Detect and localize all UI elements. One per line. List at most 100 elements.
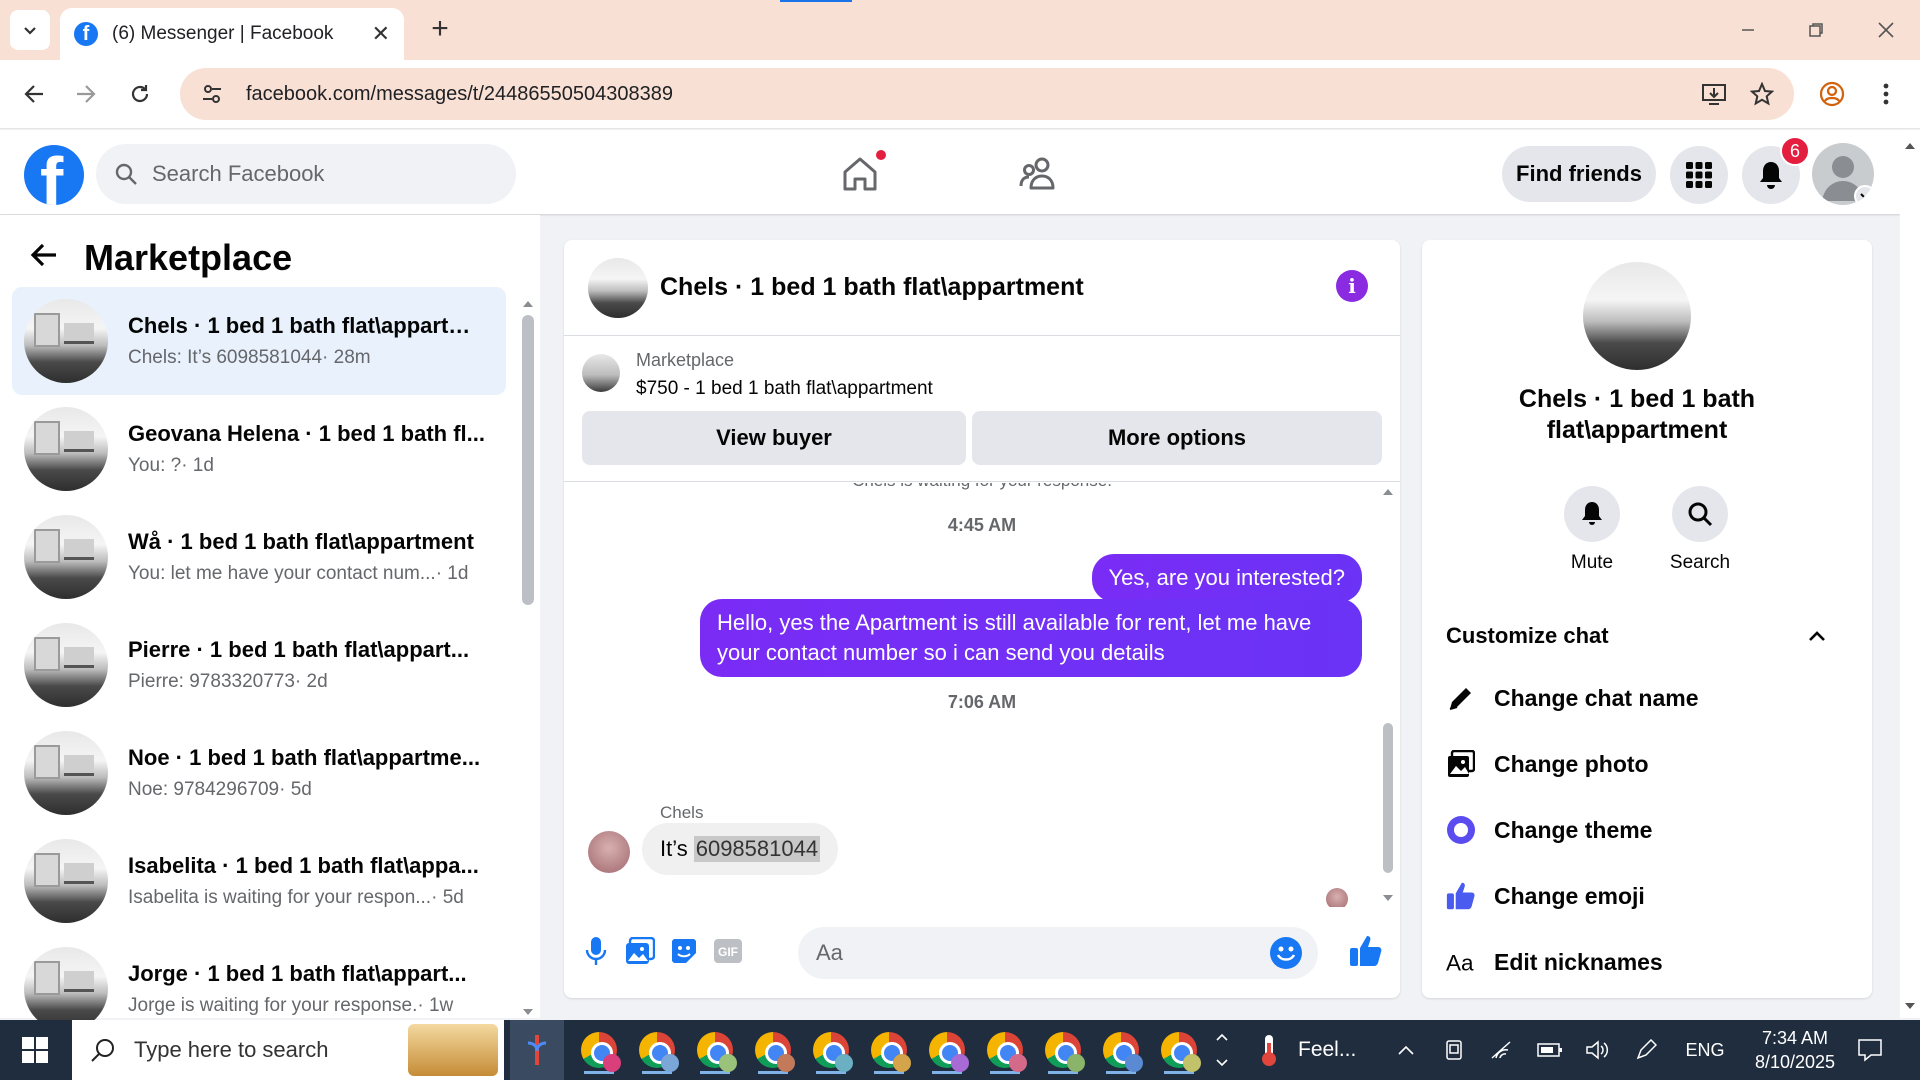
scrollbar-thumb[interactable] [1383, 723, 1393, 873]
site-info-button[interactable] [192, 74, 232, 114]
forward-button[interactable] [66, 74, 106, 114]
conversation-item[interactable]: Pierre · 1 bed 1 bath flat\appart... Pier… [12, 611, 506, 719]
start-button[interactable] [0, 1020, 70, 1080]
search-action[interactable]: Search [1658, 486, 1742, 574]
taskbar-search-box[interactable]: Type here to search [72, 1020, 504, 1080]
windows-taskbar: Type here to search Feel... ENG 7:34 AM … [0, 1020, 1920, 1080]
facebook-search-input[interactable]: Search Facebook [96, 144, 516, 204]
change-chat-name-option[interactable]: Change chat name [1446, 673, 1826, 723]
taskbar-chrome-window[interactable] [1154, 1026, 1204, 1074]
friends-nav-button[interactable] [1010, 146, 1066, 202]
send-like-button[interactable] [1346, 931, 1386, 971]
taskbar-scroll-buttons[interactable] [1208, 1022, 1236, 1078]
conversation-item[interactable]: Wå · 1 bed 1 bath flat\appartment You: le… [12, 503, 506, 611]
account-avatar-button[interactable] [1812, 143, 1874, 205]
facebook-logo[interactable]: f [24, 145, 84, 205]
tab-close-button[interactable]: ✕ [372, 21, 390, 47]
back-button[interactable] [14, 74, 54, 114]
page-scrollbar[interactable] [1900, 130, 1920, 1018]
volume-button[interactable] [1582, 1034, 1614, 1066]
show-hidden-icons-button[interactable] [1390, 1034, 1422, 1066]
chat-avatar[interactable] [588, 257, 648, 318]
message-scrollbar[interactable] [1380, 483, 1396, 907]
highlighted-phone-number[interactable]: 6098581044 [693, 836, 821, 862]
chevron-down-icon [1860, 193, 1870, 200]
taskbar-app-pinned[interactable] [510, 1020, 564, 1080]
outgoing-message[interactable]: Hello, yes the Apartment is still availa… [700, 599, 1362, 677]
search-highlight-image [408, 1024, 498, 1076]
profile-badge-icon [1067, 1054, 1085, 1072]
menu-grid-button[interactable] [1670, 146, 1728, 204]
mute-action[interactable]: Mute [1550, 486, 1634, 574]
search-icon [1688, 502, 1713, 527]
conversation-item[interactable]: Geovana Helena · 1 bed 1 bath fl... You: … [12, 395, 506, 503]
message-input[interactable]: Aa [798, 927, 1318, 979]
network-button[interactable] [1486, 1034, 1518, 1066]
taskbar-chrome-window[interactable] [690, 1026, 740, 1074]
marketplace-back-button[interactable] [24, 235, 64, 275]
sender-avatar[interactable] [588, 831, 630, 873]
photo-icon [1448, 750, 1475, 777]
bookmark-button[interactable] [1742, 74, 1782, 114]
action-center-button[interactable] [1852, 1032, 1888, 1068]
browser-menu-button[interactable] [1866, 74, 1906, 114]
customize-chat-section-toggle[interactable]: Customize chat [1446, 616, 1826, 656]
conversation-item[interactable]: Chels · 1 bed 1 bath flat\appartm... Chel… [12, 287, 506, 395]
change-photo-option[interactable]: Change photo [1446, 739, 1826, 789]
taskbar-chrome-window[interactable] [632, 1026, 682, 1074]
taskbar-chrome-window[interactable] [922, 1026, 972, 1074]
tab-list-button[interactable] [10, 10, 50, 50]
battery-button[interactable] [1534, 1034, 1566, 1066]
chrome-icon [987, 1032, 1027, 1072]
conversation-item[interactable]: Isabelita · 1 bed 1 bath flat\appa... Isa… [12, 827, 506, 935]
incoming-message[interactable]: It’s 6098581044 [642, 823, 839, 875]
emoji-picker-button[interactable] [1270, 937, 1302, 969]
search-placeholder: Search Facebook [152, 161, 325, 186]
chat-title[interactable]: Chels · 1 bed 1 bath flat\appartment [660, 273, 1084, 302]
gif-button[interactable]: GIF [708, 931, 748, 971]
edit-nicknames-option[interactable]: Aa Edit nicknames [1446, 937, 1826, 987]
browser-profile-button[interactable] [1812, 74, 1852, 114]
taskbar-chrome-window[interactable] [1038, 1026, 1088, 1074]
more-options-button[interactable]: More options [972, 411, 1382, 465]
taskbar-chrome-window[interactable] [980, 1026, 1030, 1074]
home-nav-button[interactable] [832, 146, 888, 202]
taskbar-chrome-window[interactable] [806, 1026, 856, 1074]
attach-photo-button[interactable] [620, 931, 660, 971]
search-in-conversation-button[interactable] [1672, 486, 1728, 542]
install-app-button[interactable] [1694, 74, 1734, 114]
chrome-icon [755, 1032, 795, 1072]
restore-button[interactable] [1796, 10, 1836, 50]
reload-button[interactable] [120, 74, 160, 114]
conversation-item[interactable]: Noe · 1 bed 1 bath flat\appartme... Noe: … [12, 719, 506, 827]
weather-widget[interactable]: Feel... [1256, 1020, 1356, 1080]
view-buyer-button[interactable]: View buyer [582, 411, 966, 465]
conversation-time: · 28m [322, 347, 371, 368]
taskbar-chrome-window[interactable] [864, 1026, 914, 1074]
pen-menu-button[interactable] [1630, 1034, 1662, 1066]
mute-button[interactable] [1564, 486, 1620, 542]
details-avatar[interactable] [1583, 262, 1691, 370]
language-indicator[interactable]: ENG [1680, 1034, 1730, 1066]
minimize-button[interactable] [1728, 10, 1768, 50]
taskbar-chrome-window[interactable] [748, 1026, 798, 1074]
new-tab-button[interactable]: + [424, 14, 456, 46]
taskbar-chrome-window[interactable] [574, 1026, 624, 1074]
address-bar[interactable]: facebook.com/messages/t/2448655050430838… [180, 68, 1794, 120]
change-emoji-option[interactable]: Change emoji [1446, 871, 1826, 921]
conversation-list-scrollbar[interactable] [520, 295, 536, 1015]
outgoing-message[interactable]: Yes, are you interested? [1091, 554, 1362, 602]
scrollbar-thumb[interactable] [522, 315, 534, 605]
change-theme-option[interactable]: Change theme [1446, 805, 1826, 855]
voice-clip-button[interactable] [576, 931, 616, 971]
sticker-button[interactable] [664, 931, 704, 971]
conversation-info-button[interactable]: i [1336, 270, 1368, 302]
find-friends-button[interactable]: Find friends [1502, 146, 1656, 202]
tray-device-button[interactable] [1438, 1034, 1470, 1066]
taskbar-chrome-window[interactable] [1096, 1026, 1146, 1074]
taskbar-clock[interactable]: 7:34 AM 8/10/2025 [1740, 1026, 1850, 1074]
listing-price-title[interactable]: $750 - 1 bed 1 bath flat\appartment [636, 378, 933, 400]
close-window-button[interactable] [1866, 10, 1906, 50]
chevron-up-down-icon [1216, 1033, 1228, 1067]
browser-tab[interactable]: f (6) Messenger | Facebook ✕ [60, 8, 404, 60]
